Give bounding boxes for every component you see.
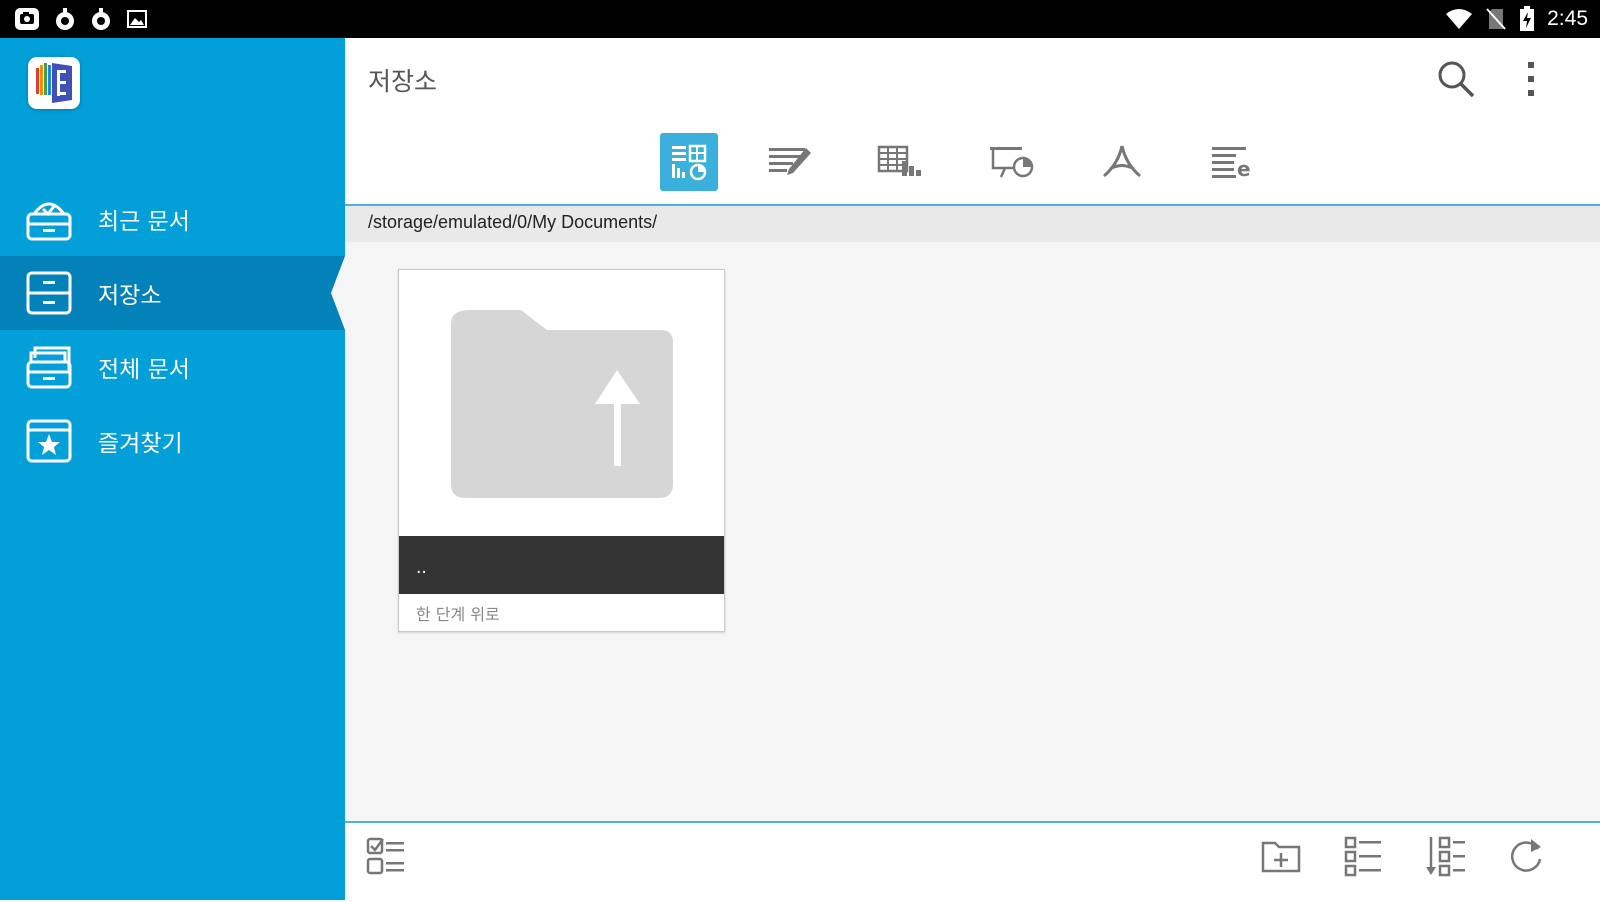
tab-word[interactable] bbox=[761, 133, 819, 191]
app-bar: 저장소 e bbox=[345, 38, 1600, 206]
sidebar-item-all-documents[interactable]: 전체 문서 bbox=[0, 330, 345, 404]
no-sim-icon bbox=[1486, 8, 1506, 30]
all-documents-icon bbox=[26, 346, 72, 389]
pdf-icon bbox=[1103, 145, 1141, 178]
polaris-viewer-logo bbox=[28, 57, 80, 109]
page-title: 저장소 bbox=[368, 67, 438, 96]
file-name: .. bbox=[416, 558, 427, 578]
list-view-icon[interactable] bbox=[1343, 835, 1385, 877]
status-clock: 2:45 bbox=[1547, 7, 1588, 30]
bottom-toolbar bbox=[345, 821, 1600, 902]
sidebar-item-favorites[interactable]: 즐겨찾기 bbox=[0, 404, 345, 478]
active-indicator bbox=[331, 256, 345, 330]
status-bar: 2:45 bbox=[0, 0, 1600, 38]
all-types-icon bbox=[672, 144, 707, 181]
tab-text[interactable]: e bbox=[1203, 133, 1261, 191]
sidebar-item-label: 최근 문서 bbox=[98, 209, 190, 235]
tab-spreadsheet[interactable] bbox=[871, 133, 929, 191]
new-folder-icon[interactable] bbox=[1260, 835, 1302, 877]
wifi-icon bbox=[1446, 9, 1473, 29]
refresh-icon[interactable] bbox=[1505, 835, 1547, 877]
image-icon bbox=[127, 10, 147, 28]
folder-up-icon bbox=[451, 310, 673, 498]
search-icon[interactable] bbox=[1435, 58, 1477, 100]
sidebar-item-label: 전체 문서 bbox=[98, 357, 190, 383]
folder-up-card[interactable]: .. 한 단계 위로 bbox=[398, 269, 725, 632]
tab-pdf[interactable] bbox=[1093, 133, 1151, 191]
main-content: 저장소 e /storage/emulated/0/My Documents/ … bbox=[345, 38, 1600, 902]
notification-dot-icon bbox=[92, 8, 110, 30]
svg-text:e: e bbox=[1237, 157, 1251, 181]
sidebar-item-recent[interactable]: 최근 문서 bbox=[0, 182, 345, 256]
file-name-bar: .. bbox=[399, 536, 724, 594]
tab-presentation[interactable] bbox=[982, 133, 1040, 191]
multi-select-icon[interactable] bbox=[365, 835, 407, 877]
file-description: 한 단계 위로 bbox=[416, 605, 500, 624]
battery-charging-icon bbox=[1520, 6, 1535, 31]
current-path: /storage/emulated/0/My Documents/ bbox=[368, 212, 658, 232]
storage-icon bbox=[26, 271, 72, 315]
word-document-icon bbox=[769, 148, 811, 175]
notification-dot-icon bbox=[56, 8, 74, 30]
breadcrumb: /storage/emulated/0/My Documents/ bbox=[345, 206, 1600, 242]
sidebar-item-storage[interactable]: 저장소 bbox=[0, 256, 345, 330]
sidebar: 최근 문서 저장소 전체 문서 즐겨찾기 bbox=[0, 38, 345, 900]
more-vert-icon[interactable] bbox=[1521, 58, 1541, 100]
tab-all-types[interactable] bbox=[660, 133, 718, 191]
text-file-icon: e bbox=[1212, 147, 1251, 181]
presentation-icon bbox=[990, 147, 1034, 178]
favorites-icon bbox=[26, 419, 72, 463]
camera-badge-icon bbox=[15, 8, 39, 30]
spreadsheet-icon bbox=[877, 145, 921, 176]
sort-icon[interactable] bbox=[1425, 835, 1467, 877]
sidebar-item-label: 즐겨찾기 bbox=[98, 431, 183, 457]
sidebar-item-label: 저장소 bbox=[98, 283, 162, 309]
recent-documents-icon bbox=[26, 202, 72, 241]
